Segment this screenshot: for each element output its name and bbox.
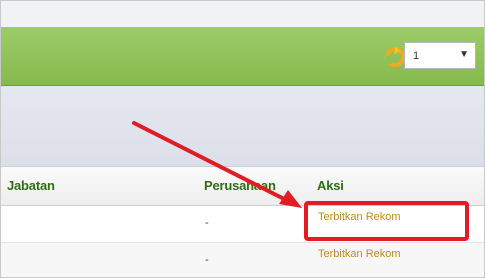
table-row: - Terbitkan Rekom [1,206,484,243]
page-select[interactable]: 1 ▼ [404,42,476,69]
terbitkan-rekom-link[interactable]: Terbitkan Rekom [318,211,401,223]
table-row: - Terbitkan Rekom [1,243,484,277]
filter-band [1,86,484,167]
perusahaan-cell: - [205,217,209,229]
table-header: Jabatan Perusahaan Aksi [1,167,484,206]
table-panel: 1 ▼ Jabatan Perusahaan Aksi - Terbitkan … [0,0,485,278]
terbitkan-rekom-link[interactable]: Terbitkan Rekom [318,248,401,260]
column-header-perusahaan[interactable]: Perusahaan [204,178,276,193]
column-header-jabatan[interactable]: Jabatan [7,178,55,193]
perusahaan-cell: - [205,254,209,266]
caret-down-icon: ▼ [459,49,469,60]
page-select-value: 1 [413,50,420,62]
column-header-aksi: Aksi [317,178,344,193]
top-strip [1,1,484,28]
